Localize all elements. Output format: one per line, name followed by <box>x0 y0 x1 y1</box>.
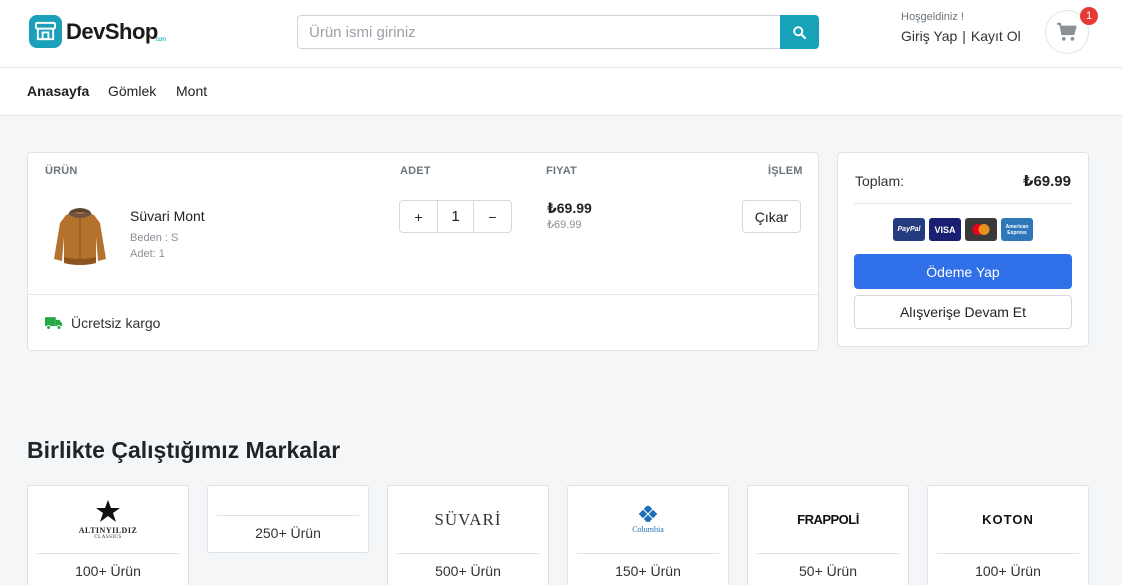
nav-item-gomlek[interactable]: Gömlek <box>108 83 156 99</box>
increase-quantity-button[interactable]: + <box>400 201 437 232</box>
brand-product-count: 250+ Ürün <box>255 525 321 541</box>
koton-logo: KOTON <box>982 512 1034 527</box>
brand-product-count: 100+ Ürün <box>975 563 1041 579</box>
brand-card-altinyildiz[interactable]: ALTINYILDIZ CLASSICS 100+ Ürün <box>27 485 189 585</box>
nav-item-mont[interactable]: Mont <box>176 83 207 99</box>
auth-separator: | <box>962 28 966 44</box>
divider <box>937 553 1079 554</box>
free-shipping-note: Ücretsiz kargo <box>45 315 160 331</box>
login-link[interactable]: Giriş Yap <box>901 28 957 44</box>
product-size: Beden : S <box>130 232 179 244</box>
visa-icon: VISA <box>929 218 961 241</box>
brand-product-count: 50+ Ürün <box>799 563 857 579</box>
shopping-cart-icon <box>1057 22 1077 41</box>
user-welcome: Hoşgeldiniz ! Giriş Yap | Kayıt Ol <box>901 11 1021 44</box>
remove-item-button[interactable]: Çıkar <box>742 200 801 233</box>
total-value: ₺69.99 <box>1023 173 1071 190</box>
nav-item-anasayfa[interactable]: Anasayfa <box>27 83 89 99</box>
cart-table: ÜRÜN ADET FIYAT İŞLEM Süvari Mont Beden … <box>27 152 819 351</box>
mastercard-icon <box>965 218 997 241</box>
search-icon <box>793 25 807 39</box>
total-label: Toplam: <box>855 173 905 189</box>
logo-text: DevShop .com <box>66 18 166 44</box>
divider <box>217 515 359 516</box>
altinyildiz-logo: ALTINYILDIZ CLASSICS <box>28 486 188 553</box>
checkout-button[interactable]: Ödeme Yap <box>854 254 1072 289</box>
divider <box>757 553 899 554</box>
paypal-icon: PayPal <box>893 218 925 241</box>
divider <box>397 553 539 554</box>
cart-count-badge: 1 <box>1080 7 1098 25</box>
search-button[interactable] <box>780 15 819 49</box>
payment-methods: PayPal VISA American Express <box>893 218 1033 241</box>
continue-shopping-button[interactable]: Alışverişe Devam Et <box>854 295 1072 329</box>
brands-section-title: Birlikte Çalıştığımız Markalar <box>27 437 341 463</box>
quantity-stepper: + 1 − <box>399 200 512 233</box>
column-header-price: FIYAT <box>546 165 577 177</box>
brand-card-koton[interactable]: KOTON 100+ Ürün <box>927 485 1089 585</box>
product-name[interactable]: Süvari Mont <box>130 208 205 224</box>
store-logo-icon <box>29 15 62 48</box>
brand-card-frappoli[interactable]: FRAPPOLİ 50+ Ürün <box>747 485 909 585</box>
brand-card-columbia[interactable]: Columbia 150+ Ürün <box>567 485 729 585</box>
greeting-text: Hoşgeldiniz ! <box>901 11 964 23</box>
product-image[interactable] <box>48 201 112 269</box>
column-header-product: ÜRÜN <box>45 165 78 177</box>
brand-card-suvari[interactable]: SÜVARİ 500+ Ürün <box>387 485 549 585</box>
brand-product-count: 150+ Ürün <box>615 563 681 579</box>
brand-card-unnamed[interactable]: 250+ Ürün <box>207 485 369 553</box>
quantity-value: 1 <box>437 201 474 232</box>
item-price: ₺69.99 <box>547 200 592 216</box>
divider <box>577 553 719 554</box>
frappoli-logo: FRAPPOLİ <box>797 512 859 527</box>
auth-links: Giriş Yap | Kayıt Ol <box>901 28 1021 44</box>
brand-product-count: 100+ Ürün <box>75 563 141 579</box>
divider <box>37 553 179 554</box>
columbia-logo: Columbia <box>568 486 728 553</box>
search-bar <box>297 15 819 49</box>
american-express-icon: American Express <box>1001 218 1033 241</box>
column-header-quantity: ADET <box>400 165 431 177</box>
divider <box>854 203 1072 204</box>
truck-icon <box>45 317 63 330</box>
column-header-action: İŞLEM <box>768 165 803 177</box>
shipping-text: Ücretsiz kargo <box>71 315 161 331</box>
decrease-quantity-button[interactable]: − <box>474 201 511 232</box>
divider <box>28 294 818 295</box>
suvari-logo: SÜVARİ <box>434 509 502 529</box>
category-nav: Anasayfa Gömlek Mont <box>0 68 1122 116</box>
logo[interactable]: DevShop .com <box>29 15 166 48</box>
register-link[interactable]: Kayıt Ol <box>971 28 1021 44</box>
product-quantity-label: Adet: 1 <box>130 248 165 260</box>
order-summary: Toplam: ₺69.99 PayPal VISA American Expr… <box>837 152 1089 347</box>
header: DevShop.com Hoşgeldiniz ! Giriş Yap | Ka… <box>0 0 1122 68</box>
search-input[interactable] <box>297 15 780 49</box>
item-unit-price: ₺69.99 <box>547 219 582 231</box>
brand-product-count: 500+ Ürün <box>435 563 501 579</box>
